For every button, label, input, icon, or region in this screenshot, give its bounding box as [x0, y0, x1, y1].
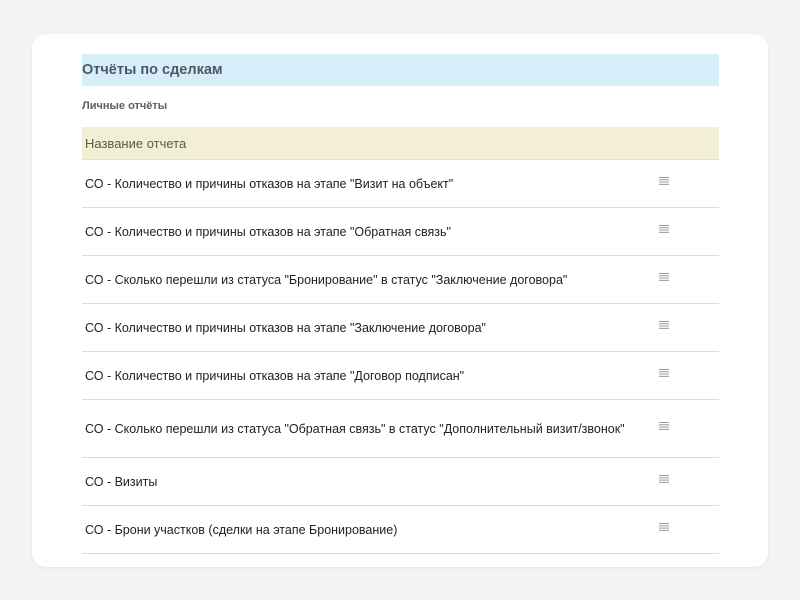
row-menu-button[interactable] — [659, 522, 719, 531]
menu-lines-icon[interactable] — [659, 474, 669, 483]
table-header: Название отчета — [82, 127, 719, 160]
row-menu-button[interactable] — [659, 421, 719, 430]
report-name-link[interactable]: СО - Сколько перешли из статуса "Обратна… — [82, 422, 659, 436]
column-header-report-name: Название отчета — [85, 135, 187, 151]
report-name-link[interactable]: СО - Количество и причины отказов на эта… — [82, 321, 659, 335]
reports-content: Отчёты по сделкам Личные отчёты Название… — [82, 54, 719, 554]
row-menu-button[interactable] — [659, 224, 719, 233]
menu-lines-icon[interactable] — [659, 421, 669, 430]
report-name-link[interactable]: СО - Брони участков (сделки на этапе Бро… — [82, 523, 659, 537]
report-name-link[interactable]: СО - Визиты — [82, 475, 659, 489]
report-name-link[interactable]: СО - Количество и причины отказов на эта… — [82, 369, 659, 383]
report-name-link[interactable]: СО - Количество и причины отказов на эта… — [82, 177, 659, 191]
section-title: Отчёты по сделкам — [82, 62, 223, 78]
reports-card: Отчёты по сделкам Личные отчёты Название… — [32, 34, 768, 567]
row-menu-button[interactable] — [659, 176, 719, 185]
table-row[interactable]: СО - Количество и причины отказов на эта… — [82, 160, 719, 208]
table-row[interactable]: СО - Брони участков (сделки на этапе Бро… — [82, 506, 719, 554]
reports-table: Название отчета СО - Количество и причин… — [82, 127, 719, 554]
table-row[interactable]: СО - Количество и причины отказов на эта… — [82, 208, 719, 256]
table-row[interactable]: СО - Визиты — [82, 458, 719, 506]
menu-lines-icon[interactable] — [659, 368, 669, 377]
menu-lines-icon[interactable] — [659, 272, 669, 281]
report-name-link[interactable]: СО - Количество и причины отказов на эта… — [82, 225, 659, 239]
section-header: Отчёты по сделкам — [82, 54, 719, 86]
menu-lines-icon[interactable] — [659, 224, 669, 233]
row-menu-button[interactable] — [659, 320, 719, 329]
table-row[interactable]: СО - Количество и причины отказов на эта… — [82, 304, 719, 352]
menu-lines-icon[interactable] — [659, 320, 669, 329]
table-row[interactable]: СО - Сколько перешли из статуса "Брониро… — [82, 256, 719, 304]
table-row[interactable]: СО - Сколько перешли из статуса "Обратна… — [82, 400, 719, 458]
row-menu-button[interactable] — [659, 368, 719, 377]
report-name-link[interactable]: СО - Сколько перешли из статуса "Брониро… — [82, 273, 659, 287]
personal-reports-subheading: Личные отчёты — [82, 100, 168, 112]
row-menu-button[interactable] — [659, 272, 719, 281]
menu-lines-icon[interactable] — [659, 176, 669, 185]
table-row[interactable]: СО - Количество и причины отказов на эта… — [82, 352, 719, 400]
menu-lines-icon[interactable] — [659, 522, 669, 531]
row-menu-button[interactable] — [659, 474, 719, 483]
